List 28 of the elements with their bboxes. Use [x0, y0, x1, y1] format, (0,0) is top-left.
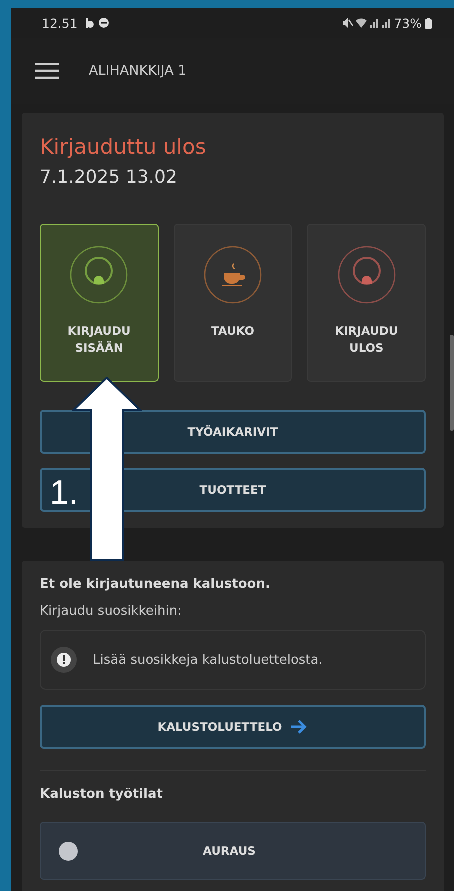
status-title: Kirjauduttu ulos: [40, 135, 208, 159]
info-text: Lisää suosikkeja kalustoluettelosta.: [93, 652, 323, 668]
clock-tile[interactable]: KIRJAUDU ULOS: [307, 224, 426, 382]
info-icon: [51, 647, 77, 673]
arrow-right-icon: [290, 719, 308, 735]
clock-tile[interactable]: TAUKO: [174, 224, 292, 382]
status-timestamp: 7.1.2025 13.02: [40, 167, 178, 188]
status-time: 12.51: [42, 16, 78, 30]
battery-icon: [425, 18, 432, 28]
favorites-label: Kirjaudu suosikkeihin:: [40, 604, 183, 619]
action-button[interactable]: TYÖAIKARIVIT: [40, 410, 426, 454]
radio-button[interactable]: [59, 842, 78, 860]
app-title: ALIHANKKIJA 1: [89, 63, 187, 79]
equipment-notice: Et ole kirjautuneena kalustoon.: [40, 577, 272, 592]
section-title: Kaluston työtilat: [40, 787, 164, 802]
do-not-disturb-icon: [98, 18, 109, 28]
signal-icon: [370, 18, 380, 28]
app-notification-icon: [84, 18, 94, 28]
mute-icon: [342, 18, 354, 28]
signal-icon: [382, 18, 392, 28]
wifi-icon: [356, 18, 368, 28]
coffee-cup-icon: [202, 245, 263, 305]
battery-percent: 73%: [394, 16, 422, 30]
work-mode-option[interactable]: AURAUS: [40, 822, 426, 880]
equipment-list-button[interactable]: KALUSTOLUETTELO: [40, 705, 426, 749]
menu-icon[interactable]: [35, 63, 59, 79]
annotation-label: 1.: [50, 474, 78, 513]
clock-tile[interactable]: KIRJAUDU SISÄÄN: [40, 224, 159, 382]
